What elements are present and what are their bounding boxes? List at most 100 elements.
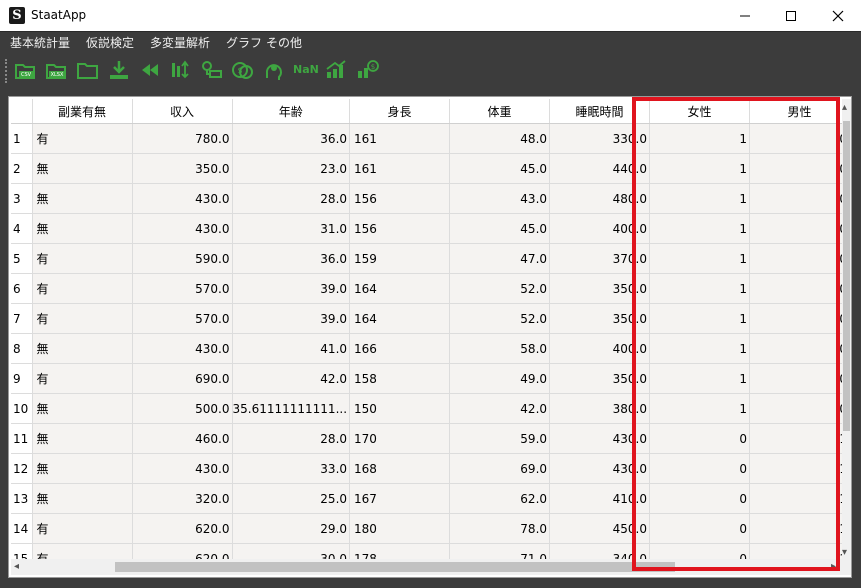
maximize-button[interactable] xyxy=(768,0,814,31)
table-cell[interactable]: 1 xyxy=(649,213,751,244)
table-cell[interactable]: 有 xyxy=(32,123,133,154)
table-cell[interactable]: 400.0 xyxy=(549,333,651,364)
table-cell[interactable]: 無 xyxy=(32,153,133,184)
table-cell[interactable]: 380.0 xyxy=(549,393,651,424)
table-cell[interactable]: 39.0 xyxy=(232,273,351,304)
table-cell[interactable]: 430.0 xyxy=(132,183,233,214)
table-cell[interactable]: 330.0 xyxy=(549,123,651,154)
table-cell[interactable]: 620.0 xyxy=(132,513,233,544)
chart-dollar-icon[interactable]: $ xyxy=(355,59,379,81)
table-cell[interactable]: 無 xyxy=(32,453,133,484)
table-cell[interactable]: 62.0 xyxy=(449,483,551,514)
row-header[interactable]: 8 xyxy=(11,333,33,364)
table-cell[interactable]: 570.0 xyxy=(132,303,233,334)
row-header[interactable]: 12 xyxy=(11,453,33,484)
table-cell[interactable]: 350.0 xyxy=(132,153,233,184)
column-header[interactable]: 年齢 xyxy=(232,99,351,124)
table-cell[interactable]: 158 xyxy=(349,363,451,394)
table-row[interactable]: 3無430.028.015643.0480.010 xyxy=(11,183,851,214)
table-cell[interactable]: 500.0 xyxy=(132,393,233,424)
table-cell[interactable]: 167 xyxy=(349,483,451,514)
table-cell[interactable]: 690.0 xyxy=(132,363,233,394)
table-cell[interactable]: 150 xyxy=(349,393,451,424)
table-cell[interactable]: 36.0 xyxy=(232,123,351,154)
table-cell[interactable]: 440.0 xyxy=(549,153,651,184)
coins-icon[interactable]: $ xyxy=(231,59,255,81)
table-cell[interactable]: 164 xyxy=(349,273,451,304)
table-row[interactable]: 10無500.035.61111111111...15042.0380.010 xyxy=(11,393,851,424)
row-header[interactable]: 13 xyxy=(11,483,33,514)
row-header[interactable]: 14 xyxy=(11,513,33,544)
table-cell[interactable]: 0 xyxy=(749,333,851,364)
table-cell[interactable]: 有 xyxy=(32,243,133,274)
table-cell[interactable]: 164 xyxy=(349,303,451,334)
table-cell[interactable]: 1 xyxy=(649,243,751,274)
table-cell[interactable]: 有 xyxy=(32,513,133,544)
menu-descriptive-stats[interactable]: 基本統計量 xyxy=(10,35,70,51)
table-cell[interactable]: 0 xyxy=(749,213,851,244)
table-cell[interactable]: 無 xyxy=(32,333,133,364)
table-cell[interactable]: 42.0 xyxy=(232,363,351,394)
table-cell[interactable]: 168 xyxy=(349,453,451,484)
table-cell[interactable]: 0 xyxy=(749,273,851,304)
table-cell[interactable]: 無 xyxy=(32,423,133,454)
table-row[interactable]: 13無320.025.016762.0410.001 xyxy=(11,483,851,514)
table-cell[interactable]: 166 xyxy=(349,333,451,364)
table-cell[interactable]: 23.0 xyxy=(232,153,351,184)
table-cell[interactable]: 39.0 xyxy=(232,303,351,334)
table-row[interactable]: 7有570.039.016452.0350.010 xyxy=(11,303,851,334)
table-cell[interactable]: 1 xyxy=(749,423,851,454)
table-cell[interactable]: 無 xyxy=(32,483,133,514)
table-cell[interactable]: 430.0 xyxy=(132,453,233,484)
table-cell[interactable]: 1 xyxy=(649,303,751,334)
table-cell[interactable]: 0 xyxy=(649,423,751,454)
table-cell[interactable]: 有 xyxy=(32,303,133,334)
table-cell[interactable]: 370.0 xyxy=(549,243,651,274)
table-cell[interactable]: 59.0 xyxy=(449,423,551,454)
table-cell[interactable]: 1 xyxy=(649,393,751,424)
open-csv-icon[interactable]: CSV xyxy=(14,59,38,81)
table-row[interactable]: 9有690.042.015849.0350.010 xyxy=(11,363,851,394)
table-cell[interactable]: 78.0 xyxy=(449,513,551,544)
table-cell[interactable]: 430.0 xyxy=(132,213,233,244)
table-cell[interactable]: 570.0 xyxy=(132,273,233,304)
table-cell[interactable]: 170 xyxy=(349,423,451,454)
menu-multivariate[interactable]: 多変量解析 xyxy=(150,35,210,51)
column-header[interactable]: 副業有無 xyxy=(32,99,133,124)
table-cell[interactable]: 156 xyxy=(349,183,451,214)
row-header[interactable]: 2 xyxy=(11,153,33,184)
table-cell[interactable]: 320.0 xyxy=(132,483,233,514)
table-cell[interactable]: 1 xyxy=(749,483,851,514)
table-cell[interactable]: 0 xyxy=(649,483,751,514)
rewind-icon[interactable] xyxy=(138,59,162,81)
table-cell[interactable]: 350.0 xyxy=(549,273,651,304)
table-cell[interactable]: 36.0 xyxy=(232,243,351,274)
row-header[interactable]: 4 xyxy=(11,213,33,244)
table-cell[interactable]: 28.0 xyxy=(232,423,351,454)
table-cell[interactable]: 159 xyxy=(349,243,451,274)
table-cell[interactable]: 0 xyxy=(749,183,851,214)
scroll-left-icon[interactable]: ◂ xyxy=(14,561,19,573)
table-cell[interactable]: 1 xyxy=(649,333,751,364)
table-row[interactable]: 12無430.033.016869.0430.001 xyxy=(11,453,851,484)
table-cell[interactable]: 0 xyxy=(749,153,851,184)
column-header[interactable]: 女性 xyxy=(649,99,751,124)
table-cell[interactable]: 25.0 xyxy=(232,483,351,514)
table-cell[interactable]: 1 xyxy=(649,123,751,154)
table-cell[interactable]: 35.61111111111... xyxy=(232,393,351,424)
table-cell[interactable]: 480.0 xyxy=(549,183,651,214)
table-cell[interactable]: 45.0 xyxy=(449,213,551,244)
sort-icon[interactable] xyxy=(169,59,193,81)
table-cell[interactable]: 410.0 xyxy=(549,483,651,514)
corner-header[interactable] xyxy=(11,99,33,124)
table-cell[interactable]: 1 xyxy=(749,453,851,484)
table-cell[interactable]: 156 xyxy=(349,213,451,244)
table-cell[interactable]: 58.0 xyxy=(449,333,551,364)
data-table[interactable]: 副業有無 収入 年齢 身長 体重 睡眠時間 女性 男性 1 有 780.0 36.0 161 48.0 3… xyxy=(11,99,851,574)
table-cell[interactable]: 161 xyxy=(349,123,451,154)
table-cell[interactable]: 0 xyxy=(749,363,851,394)
table-cell[interactable]: 33.0 xyxy=(232,453,351,484)
table-cell[interactable]: 41.0 xyxy=(232,333,351,364)
row-header[interactable]: 7 xyxy=(11,303,33,334)
table-row[interactable]: 11無460.028.017059.0430.001 xyxy=(11,423,851,454)
